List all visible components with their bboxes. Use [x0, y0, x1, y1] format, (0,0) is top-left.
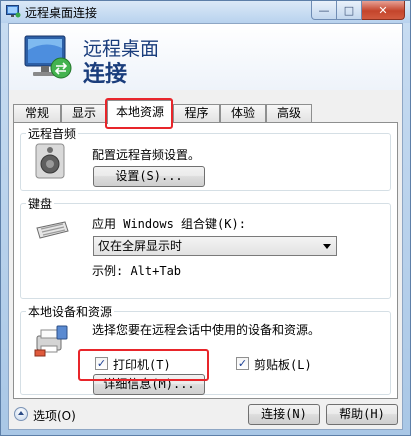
- remote-desktop-window: 远程桌面连接 — □ ✕ 远程桌面 连接 常规 显示 本地资源 程序 体验 高级…: [0, 0, 411, 436]
- title-bar[interactable]: 远程桌面连接 — □ ✕: [1, 1, 410, 23]
- dialog-client-area: 远程桌面 连接 常规 显示 本地资源 程序 体验 高级 远程音频 配置远程音频设…: [8, 23, 403, 430]
- connect-button[interactable]: 连接(N): [248, 404, 320, 425]
- remote-audio-description: 配置远程音频设置。: [92, 148, 201, 162]
- printers-label[interactable]: 打印机(T): [113, 356, 171, 373]
- tab-general[interactable]: 常规: [13, 104, 61, 123]
- remote-desktop-app-icon: [6, 5, 21, 18]
- minimize-button[interactable]: —: [311, 1, 337, 20]
- tab-programs[interactable]: 程序: [173, 104, 220, 123]
- options-toggle-label[interactable]: 选项(O): [33, 407, 76, 424]
- keyboard-group-title: 键盘: [26, 195, 55, 212]
- speaker-icon: [35, 143, 65, 179]
- local-resources-panel: 远程音频 配置远程音频设置。 设置(S)... 键盘 应用 Windows 组合…: [13, 122, 398, 399]
- tab-display-label: 显示: [71, 106, 96, 120]
- tab-experience[interactable]: 体验: [220, 104, 266, 123]
- details-button-label: 详细信息(M)...: [103, 377, 195, 391]
- keyboard-combo-selected-value: 仅在全屏显示时: [98, 239, 183, 253]
- tab-local-resources-label: 本地资源: [115, 105, 164, 119]
- keyboard-combo-select[interactable]: 仅在全屏显示时: [93, 236, 337, 256]
- devices-icon: [34, 325, 68, 357]
- keyboard-group: 键盘 应用 Windows 组合键(K): 仅在全屏显示时 示例: Alt+Ta…: [20, 195, 391, 299]
- close-button[interactable]: ✕: [362, 1, 405, 20]
- connect-button-label: 连接(N): [261, 407, 307, 421]
- maximize-icon: □: [343, 3, 355, 17]
- close-icon: ✕: [378, 3, 388, 17]
- details-button[interactable]: 详细信息(M)...: [93, 374, 205, 395]
- tab-programs-label: 程序: [184, 106, 209, 120]
- local-devices-group: 本地设备和资源 选择您要在远程会话中使用的设备和资源。 ✓ 打印机(T) ✓ 剪…: [20, 303, 391, 395]
- tab-general-label: 常规: [24, 106, 49, 120]
- minimize-icon: —: [318, 3, 330, 17]
- chevron-down-icon: [323, 244, 331, 249]
- banner-title-line2: 连接: [83, 62, 128, 87]
- keyboard-combo-label: 应用 Windows 组合键(K):: [92, 217, 246, 231]
- printers-checkbox[interactable]: ✓: [95, 357, 108, 370]
- check-icon: ✓: [96, 357, 107, 370]
- check-icon: ✓: [237, 357, 248, 370]
- audio-settings-button[interactable]: 设置(S)...: [93, 166, 205, 187]
- help-button[interactable]: 帮助(H): [326, 404, 398, 425]
- local-devices-group-title: 本地设备和资源: [26, 303, 115, 320]
- remote-audio-group: 远程音频 配置远程音频设置。 设置(S)...: [20, 125, 391, 191]
- caption-buttons: — □ ✕: [311, 1, 405, 20]
- local-devices-description: 选择您要在远程会话中使用的设备和资源。: [92, 323, 321, 337]
- keyboard-icon: [36, 221, 69, 239]
- clipboard-label[interactable]: 剪贴板(L): [254, 356, 312, 373]
- tab-advanced[interactable]: 高级: [266, 104, 312, 123]
- tab-experience-label: 体验: [230, 106, 255, 120]
- tab-local-resources[interactable]: 本地资源: [107, 100, 173, 124]
- audio-settings-button-label: 设置(S)...: [115, 169, 183, 183]
- options-expand-icon[interactable]: [14, 407, 28, 421]
- tab-advanced-label: 高级: [276, 106, 301, 120]
- header-banner: 远程桌面 连接: [9, 24, 402, 90]
- window-title: 远程桌面连接: [25, 6, 98, 20]
- remote-audio-group-title: 远程音频: [26, 125, 79, 142]
- help-button-label: 帮助(H): [339, 407, 385, 421]
- clipboard-checkbox[interactable]: ✓: [236, 357, 249, 370]
- remote-desktop-monitor-icon: [24, 35, 72, 79]
- keyboard-example-text: 示例: Alt+Tab: [92, 264, 182, 278]
- tab-display[interactable]: 显示: [61, 104, 107, 123]
- maximize-button[interactable]: □: [337, 1, 362, 20]
